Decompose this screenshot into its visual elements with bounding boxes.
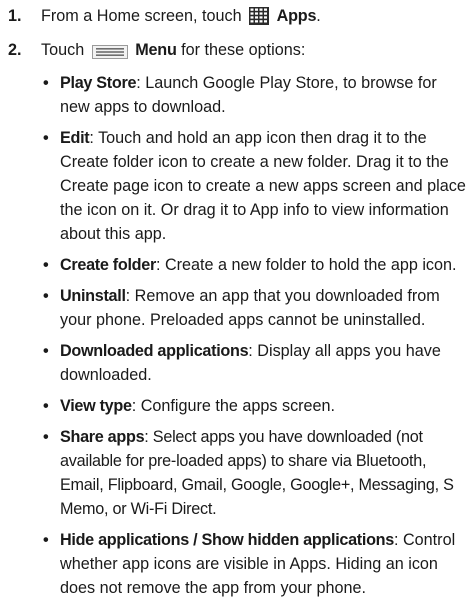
step-text: Touch (41, 41, 85, 59)
list-item: • Edit: Touch and hold an app icon then … (41, 126, 466, 246)
bullet-icon: • (43, 74, 49, 92)
option-name: Edit (60, 129, 90, 147)
apps-label: Apps (276, 7, 317, 25)
list-item: • Hide applications / Show hidden applic… (41, 528, 466, 600)
option-desc: Configure the apps screen. (140, 397, 336, 415)
step-number: 1. (8, 7, 22, 25)
step-1: 1. From a Home screen, touch Apps. (4, 6, 466, 30)
list-item: • Downloaded applications: Display all a… (41, 339, 466, 387)
step-text-after: for these options: (176, 41, 306, 59)
bullet-icon: • (43, 129, 49, 147)
option-name: Create folder (60, 256, 156, 274)
bullet-icon: • (43, 428, 49, 446)
option-name: Play Store (60, 74, 137, 92)
list-item: • Play Store: Launch Google Play Store, … (41, 71, 466, 119)
option-desc: Create a new folder to hold the app icon… (164, 256, 457, 274)
option-name: Uninstall (60, 287, 126, 305)
apps-grid-icon (249, 7, 270, 30)
options-list: • Play Store: Launch Google Play Store, … (41, 71, 466, 600)
menu-label: Menu (135, 41, 177, 59)
list-item: • Uninstall: Remove an app that you down… (41, 284, 466, 332)
instructions-page: 1. From a Home screen, touch Apps. 2. To… (0, 0, 472, 606)
option-name: Share apps (60, 428, 145, 446)
option-name: Downloaded applications (60, 342, 249, 360)
bullet-icon: • (43, 531, 49, 549)
step-number: 2. (8, 41, 22, 59)
option-desc: Touch and hold an app icon then drag it … (60, 129, 466, 243)
bullet-icon: • (43, 287, 49, 305)
option-name: View type (60, 397, 132, 415)
step-2: 2. Touch Menu for these options: • Play … (4, 40, 466, 600)
list-item: • Create folder: Create a new folder to … (41, 253, 466, 277)
list-item: • Share apps: Select apps you have downl… (41, 425, 466, 521)
step-punct: . (316, 7, 321, 25)
bullet-icon: • (43, 342, 49, 360)
menu-icon (91, 44, 128, 64)
step-text: From a Home screen, touch (41, 7, 242, 25)
option-name: Hide applications / Show hidden applicat… (60, 531, 394, 549)
list-item: • View type: Configure the apps screen. (41, 394, 466, 418)
bullet-icon: • (43, 397, 49, 415)
bullet-icon: • (43, 256, 49, 274)
